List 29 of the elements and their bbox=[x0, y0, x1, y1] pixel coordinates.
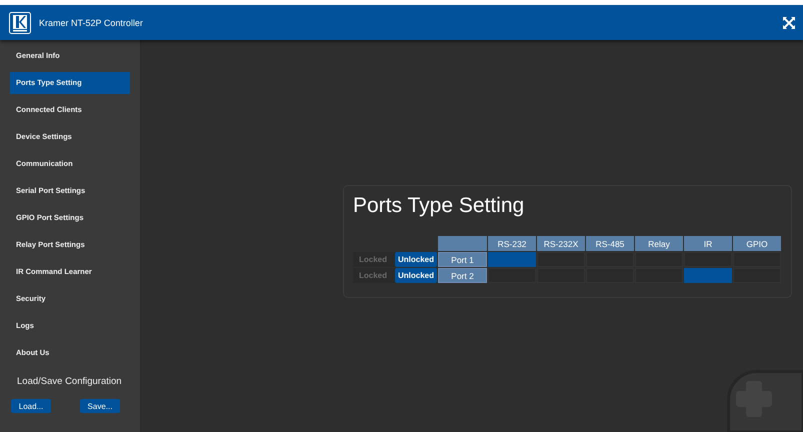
config-heading: Load/Save Configuration bbox=[17, 376, 123, 387]
logo-icon bbox=[9, 12, 31, 34]
column-header: RS-232X bbox=[537, 236, 585, 251]
column-header: RS-485 bbox=[586, 236, 634, 251]
type-cell[interactable] bbox=[488, 268, 536, 283]
column-header: Relay bbox=[635, 236, 683, 251]
type-cell[interactable] bbox=[537, 268, 585, 283]
unlocked-option[interactable]: Unlocked bbox=[394, 252, 437, 267]
type-cell[interactable] bbox=[635, 268, 683, 283]
load-button[interactable]: Load... bbox=[11, 399, 51, 413]
type-cell[interactable] bbox=[733, 252, 781, 267]
table-header-cell bbox=[438, 236, 487, 251]
unlocked-option[interactable]: Unlocked bbox=[394, 268, 437, 283]
save-button[interactable]: Save... bbox=[80, 399, 120, 413]
panel-title: Ports Type Setting bbox=[353, 194, 526, 218]
type-cell[interactable] bbox=[684, 252, 732, 267]
port-label: Port 1 bbox=[438, 252, 487, 267]
type-cell[interactable] bbox=[733, 268, 781, 283]
app-title: Kramer NT-52P Controller bbox=[39, 18, 144, 28]
type-cell[interactable] bbox=[635, 252, 683, 267]
expand-icon[interactable] bbox=[783, 16, 795, 28]
type-cell[interactable] bbox=[537, 252, 585, 267]
selected-type-cell[interactable] bbox=[488, 252, 536, 267]
type-cell[interactable] bbox=[586, 252, 634, 267]
column-header: GPIO bbox=[733, 236, 781, 251]
column-header: RS-232 bbox=[488, 236, 536, 251]
port-label: Port 2 bbox=[438, 268, 487, 283]
selected-type-cell[interactable] bbox=[684, 268, 732, 283]
column-header: IR bbox=[684, 236, 732, 251]
